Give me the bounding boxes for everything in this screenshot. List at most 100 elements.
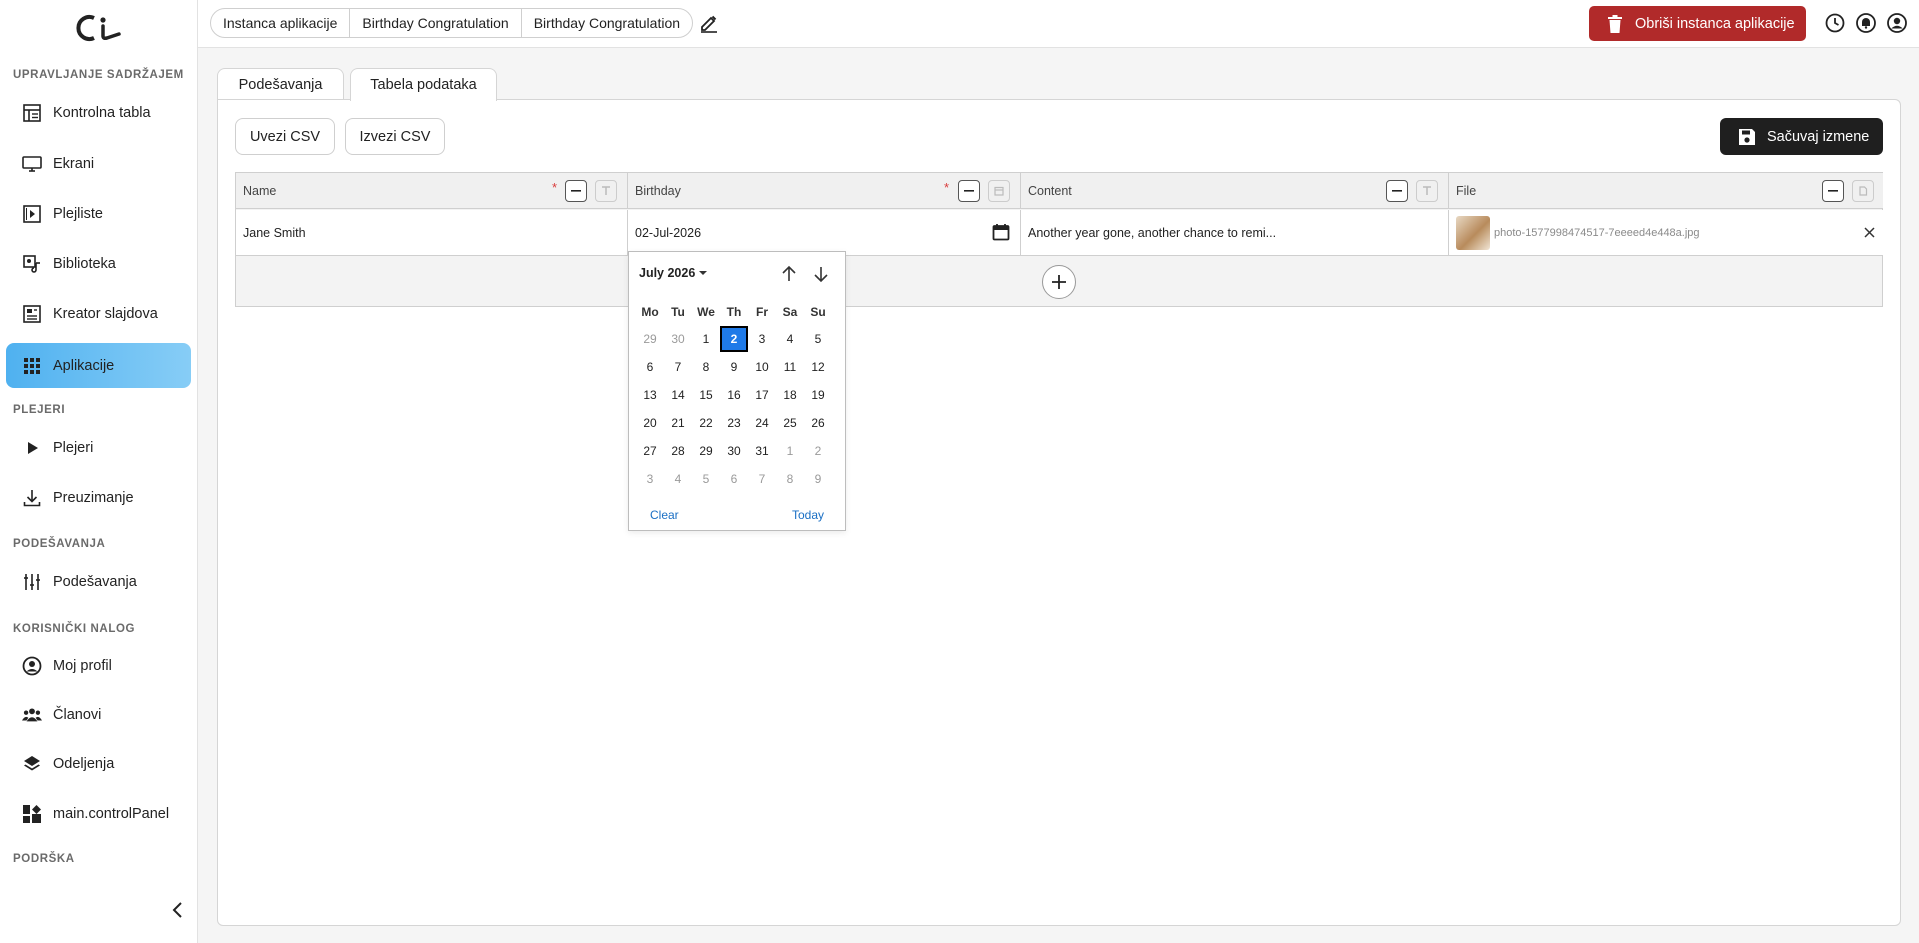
sidebar-item-screens[interactable]: Ekrani — [6, 141, 191, 186]
calendar-day[interactable]: 26 — [804, 410, 832, 436]
calendar-day-outside-month[interactable]: 6 — [720, 466, 748, 492]
sidebar-item-apps[interactable]: Aplikacije — [6, 343, 191, 388]
delete-app-instance-button[interactable]: Obriši instanca aplikacije — [1589, 6, 1806, 41]
calendar-day[interactable]: 19 — [804, 382, 832, 408]
sidebar-item-label: Moj profil — [53, 657, 112, 674]
calendar-day[interactable]: 1 — [692, 326, 720, 352]
sidebar-item-members[interactable]: Članovi — [6, 692, 191, 737]
sidebar-item-library[interactable]: Biblioteka — [6, 241, 191, 286]
calendar-day[interactable]: 14 — [664, 382, 692, 408]
sidebar-item-settings[interactable]: Podešavanja — [6, 559, 191, 604]
sidebar-item-slide-creator[interactable]: Kreator slajdova — [6, 291, 191, 336]
month-year-label: July 2026 — [639, 266, 696, 280]
cell-name[interactable]: Jane Smith — [236, 210, 628, 256]
collapse-sidebar-chevron-icon[interactable] — [168, 900, 188, 920]
breadcrumb-item[interactable]: Birthday Congratulation — [520, 9, 692, 37]
calendar-day[interactable]: 10 — [748, 354, 776, 380]
calendar-day-outside-month[interactable]: 30 — [664, 326, 692, 352]
calendar-day[interactable]: 12 — [804, 354, 832, 380]
calendar-day[interactable]: 8 — [692, 354, 720, 380]
previous-month-arrow-up-icon[interactable] — [779, 264, 799, 284]
cell-value: Jane Smith — [243, 225, 306, 240]
remove-column-button[interactable] — [958, 180, 980, 202]
clear-date-link[interactable]: Clear — [650, 508, 679, 522]
account-avatar-icon[interactable] — [1886, 12, 1908, 34]
month-year-selector[interactable]: July 2026 — [639, 266, 708, 280]
calendar-day[interactable]: 21 — [664, 410, 692, 436]
calendar-day[interactable]: 3 — [748, 326, 776, 352]
app-logo[interactable] — [74, 14, 124, 42]
layers-icon — [22, 754, 42, 774]
breadcrumb-item[interactable]: Birthday Congratulation — [349, 9, 520, 37]
sidebar-item-departments[interactable]: Odeljenja — [6, 741, 191, 786]
calendar-day-outside-month[interactable]: 5 — [692, 466, 720, 492]
caret-down-icon — [699, 271, 708, 275]
calendar-day[interactable]: 24 — [748, 410, 776, 436]
apps-grid-icon — [22, 356, 42, 376]
edit-pencil-icon[interactable] — [698, 12, 720, 34]
calendar-day[interactable]: 25 — [776, 410, 804, 436]
calendar-day[interactable]: 23 — [720, 410, 748, 436]
remove-column-button[interactable] — [1386, 180, 1408, 202]
calendar-day[interactable]: 15 — [692, 382, 720, 408]
remove-column-button[interactable] — [565, 180, 587, 202]
sidebar-item-my-profile[interactable]: Moj profil — [6, 643, 191, 688]
calendar-day[interactable]: 31 — [748, 438, 776, 464]
column-type-file-icon — [1852, 180, 1874, 202]
remove-file-close-icon[interactable] — [1864, 227, 1875, 238]
calendar-day[interactable]: 20 — [636, 410, 664, 436]
cell-content[interactable]: Another year gone, another chance to rem… — [1021, 210, 1449, 256]
column-header-file: File — [1449, 173, 1883, 209]
calendar-day[interactable]: 6 — [636, 354, 664, 380]
required-asterisk: * — [552, 180, 558, 195]
weekday-label: Tu — [671, 305, 685, 319]
sidebar-item-download[interactable]: Preuzimanje — [6, 475, 191, 520]
export-csv-button[interactable]: Izvezi CSV — [345, 118, 445, 155]
history-clock-icon[interactable] — [1824, 12, 1846, 34]
calendar-day[interactable]: 17 — [748, 382, 776, 408]
calendar-icon[interactable] — [992, 223, 1010, 241]
cell-birthday[interactable]: 02-Jul-2026 — [628, 210, 1021, 256]
calendar-day-outside-month[interactable]: 7 — [748, 466, 776, 492]
sidebar: UPRAVLJANJE SADRŽAJEM Kontrolna tabla Ek… — [0, 0, 198, 943]
remove-column-button[interactable] — [1822, 180, 1844, 202]
calendar-day-outside-month[interactable]: 2 — [804, 438, 832, 464]
sidebar-item-playlists[interactable]: Plejliste — [6, 191, 191, 236]
calendar-day-outside-month[interactable]: 3 — [636, 466, 664, 492]
calendar-day[interactable]: 11 — [776, 354, 804, 380]
calendar-day[interactable]: 16 — [720, 382, 748, 408]
import-csv-button[interactable]: Uvezi CSV — [235, 118, 335, 155]
add-row-button[interactable] — [1042, 265, 1076, 299]
calendar-day-outside-month[interactable]: 29 — [636, 326, 664, 352]
calendar-day-outside-month[interactable]: 1 — [776, 438, 804, 464]
calendar-day-outside-month[interactable]: 9 — [804, 466, 832, 492]
today-link[interactable]: Today — [792, 508, 824, 522]
next-month-arrow-down-icon[interactable] — [811, 264, 831, 284]
calendar-day[interactable]: 7 — [664, 354, 692, 380]
calendar-day[interactable]: 29 — [692, 438, 720, 464]
breadcrumb-item[interactable]: Instanca aplikacije — [211, 9, 349, 37]
calendar-day[interactable]: 18 — [776, 382, 804, 408]
data-table: Name * Birthday * Content File Jane Smit… — [235, 172, 1883, 307]
save-changes-button[interactable]: Sačuvaj izmene — [1720, 118, 1883, 155]
sidebar-item-players[interactable]: Plejeri — [6, 425, 191, 470]
calendar-day[interactable]: 27 — [636, 438, 664, 464]
calendar-day[interactable]: 28 — [664, 438, 692, 464]
calendar-day[interactable]: 5 — [804, 326, 832, 352]
sidebar-item-control-panel[interactable]: main.controlPanel — [6, 791, 191, 836]
calendar-day[interactable]: 30 — [720, 438, 748, 464]
calendar-day-outside-month[interactable]: 8 — [776, 466, 804, 492]
topbar: Instanca aplikacije Birthday Congratulat… — [198, 0, 1919, 48]
tab-settings[interactable]: Podešavanja — [217, 68, 344, 100]
calendar-day[interactable]: 4 — [776, 326, 804, 352]
notifications-bell-icon[interactable] — [1855, 12, 1877, 34]
sidebar-item-dashboard[interactable]: Kontrolna tabla — [6, 90, 191, 135]
calendar-day-outside-month[interactable]: 4 — [664, 466, 692, 492]
sidebar-item-label: Plejliste — [53, 205, 103, 222]
calendar-day[interactable]: 22 — [692, 410, 720, 436]
tab-data-table[interactable]: Tabela podataka — [350, 68, 497, 101]
calendar-day[interactable]: 9 — [720, 354, 748, 380]
calendar-day-selected[interactable]: 2 — [720, 326, 748, 352]
cell-file[interactable]: photo-1577998474517-7eeeed4e448a.jpg — [1449, 210, 1883, 256]
calendar-day[interactable]: 13 — [636, 382, 664, 408]
